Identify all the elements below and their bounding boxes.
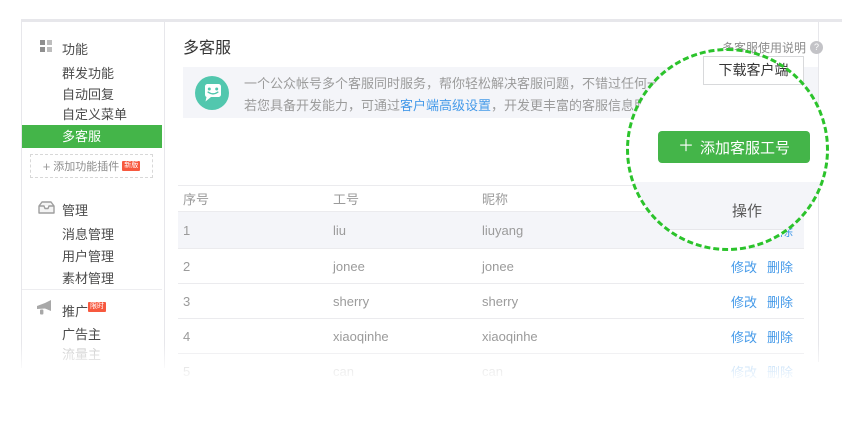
chat-smiley-icon	[195, 76, 229, 110]
header-account: 工号	[333, 189, 482, 208]
delete-link[interactable]: 删除	[767, 327, 793, 346]
table-row: 3 sherry sherry 修改 删除	[178, 284, 804, 319]
sidebar-item-user-mgmt[interactable]: 用户管理	[62, 246, 114, 265]
limited-badge: 限时	[88, 302, 106, 312]
annotation-operation-label: 操作	[732, 200, 762, 221]
question-icon[interactable]: ?	[810, 41, 823, 54]
notice-line1: 一个公众帐号多个客服同时服务，帮你轻松解决客服问题，不错过任何一个订单；	[244, 73, 712, 92]
cell-nickname: xiaoqinhe	[482, 329, 674, 344]
notice-line2: 若您具备开发能力，可通过客户端高级设置，开发更丰富的客服信息服务功能；	[244, 95, 699, 114]
page-title: 多客服	[183, 34, 231, 58]
sidebar-item-multi-cs-selected[interactable]: 多客服	[22, 125, 162, 148]
add-plugin-label: 添加功能插件	[53, 158, 119, 174]
add-cs-account-button[interactable]: ＋ 添加客服工号	[658, 131, 810, 163]
plus-icon: +	[43, 159, 51, 174]
delete-link[interactable]: 删除	[767, 257, 793, 276]
cell-index: 4	[178, 329, 333, 344]
cell-index: 3	[178, 294, 333, 309]
sidebar-item-material-mgmt[interactable]: 素材管理	[62, 268, 114, 287]
sidebar-item-traffic-owner[interactable]: 流量主	[62, 344, 101, 363]
table-row: 4 xiaoqinhe xiaoqinhe 修改 删除	[178, 319, 804, 354]
cell-nickname: can	[482, 364, 674, 379]
cell-account: can	[333, 364, 482, 379]
notice-line2-prefix: 若您具备开发能力，可通过	[244, 98, 400, 113]
sidebar-item-functions[interactable]: 功能	[62, 39, 88, 58]
annotation-header-band	[629, 182, 828, 230]
sidebar-divider	[22, 289, 162, 290]
delete-link[interactable]: 删除	[767, 362, 793, 381]
edit-link[interactable]: 修改	[731, 257, 757, 276]
cell-account: xiaoqinhe	[333, 329, 482, 344]
megaphone-icon	[36, 300, 55, 315]
add-plugin-button[interactable]: + 添加功能插件 新版	[30, 154, 153, 178]
plus-icon: ＋	[678, 139, 694, 155]
inbox-icon	[38, 201, 55, 214]
download-client-button[interactable]: 下载客户端	[703, 56, 804, 85]
cell-account: liu	[333, 223, 482, 238]
new-badge: 新版	[122, 161, 140, 171]
cell-index: 5	[178, 364, 333, 379]
sidebar-item-broadcast[interactable]: 群发功能	[62, 63, 114, 82]
sidebar-item-message-mgmt[interactable]: 消息管理	[62, 224, 114, 243]
add-cs-account-label: 添加客服工号	[700, 137, 790, 158]
sidebar-item-advertiser[interactable]: 广告主	[62, 324, 101, 343]
edit-link[interactable]: 修改	[731, 292, 757, 311]
edit-link[interactable]: 修改	[731, 362, 757, 381]
client-advanced-settings-link[interactable]: 客户端高级设置	[400, 98, 491, 113]
sidebar-item-custom-menu[interactable]: 自定义菜单	[62, 104, 127, 123]
cell-nickname: sherry	[482, 294, 674, 309]
header-index: 序号	[178, 189, 333, 208]
cell-nickname: jonee	[482, 259, 674, 274]
sidebar-item-auto-reply[interactable]: 自动回复	[62, 84, 114, 103]
cell-index: 1	[178, 223, 333, 238]
grid-icon	[40, 40, 52, 52]
sidebar-item-promotion[interactable]: 推广	[62, 301, 88, 320]
sidebar-item-management[interactable]: 管理	[62, 200, 88, 219]
table-row: 5 can can 修改 删除	[178, 354, 804, 389]
table-row: 2 jonee jonee 修改 删除	[178, 249, 804, 284]
cell-account: jonee	[333, 259, 482, 274]
multi-customer-service-page: 功能 群发功能 自动回复 自定义菜单 多客服 + 添加功能插件 新版 管理 消息…	[0, 0, 842, 423]
edit-link[interactable]: 修改	[731, 327, 757, 346]
cell-index: 2	[178, 259, 333, 274]
cell-account: sherry	[333, 294, 482, 309]
delete-link[interactable]: 删除	[767, 292, 793, 311]
